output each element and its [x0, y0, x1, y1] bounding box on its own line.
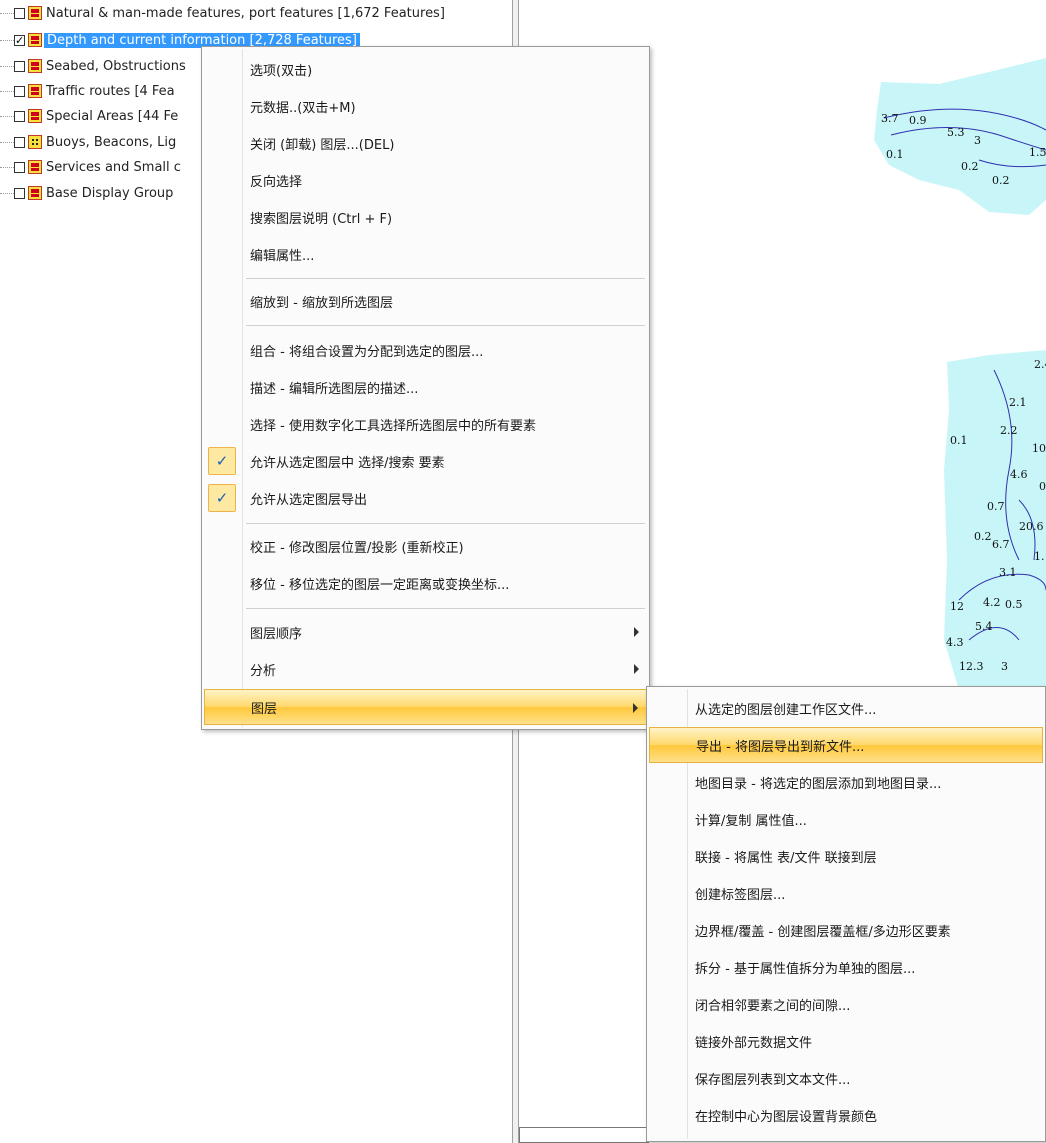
- submenu-item-calc-attributes[interactable]: 计算/复制 属性值...: [649, 801, 1043, 837]
- sounding: 10: [1032, 442, 1046, 455]
- sounding: 3.7: [881, 112, 899, 125]
- tree-item-base-display[interactable]: Base Display Group: [0, 182, 173, 204]
- sounding: 12: [950, 600, 964, 613]
- sounding: 0.9: [909, 114, 927, 127]
- tree-item-label: Special Areas [44 Fe: [46, 108, 179, 124]
- tree-item-buoys[interactable]: Buoys, Beacons, Lig: [0, 131, 176, 153]
- menu-item-allow-export[interactable]: ✓ 允许从选定图层导出: [204, 480, 647, 516]
- sounding: 12.3: [959, 660, 984, 673]
- area-layer-icon: [28, 6, 42, 20]
- menu-item-group[interactable]: 组合 - 将组合设置为分配到选定的图层...: [204, 332, 647, 368]
- layer-submenu: 从选定的图层创建工作区文件... 导出 - 将图层导出到新文件... 地图目录 …: [646, 686, 1046, 1142]
- sounding: 0.1: [950, 434, 968, 447]
- point-layer-icon: [28, 135, 42, 149]
- checkbox[interactable]: [14, 161, 25, 173]
- checkbox[interactable]: [14, 136, 25, 148]
- sounding: 0.5: [1005, 598, 1023, 611]
- menu-item-options[interactable]: 选项(双击): [204, 51, 647, 87]
- submenu-item-bounding-box[interactable]: 边界框/覆盖 - 创建图层覆盖框/多边形区要素: [649, 912, 1043, 948]
- menu-item-allow-select[interactable]: ✓ 允许从选定图层中 选择/搜索 要素: [204, 443, 647, 479]
- area-layer-icon: [28, 109, 42, 123]
- menu-item-search-description[interactable]: 搜索图层说明 (Ctrl + F): [204, 199, 647, 235]
- sounding: 5.4: [975, 620, 993, 633]
- submenu-item-create-label-layer[interactable]: 创建标签图层...: [649, 875, 1043, 911]
- menu-item-metadata[interactable]: 元数据..(双击+M): [204, 88, 647, 124]
- sounding: 0.7: [987, 500, 1005, 513]
- sounding: 1.5: [1029, 146, 1046, 159]
- sounding: 0.2: [974, 530, 992, 543]
- checkbox[interactable]: [14, 7, 25, 19]
- submenu-item-link-metadata[interactable]: 链接外部元数据文件: [649, 1023, 1043, 1059]
- checkbox[interactable]: [14, 60, 25, 72]
- menu-separator: [246, 523, 645, 524]
- menu-item-describe[interactable]: 描述 - 编辑所选图层的描述...: [204, 369, 647, 405]
- submenu-item-export[interactable]: 导出 - 将图层导出到新文件...: [649, 727, 1043, 763]
- sounding: 2.2: [1000, 424, 1018, 437]
- tree-item-label: Services and Small c: [46, 159, 181, 175]
- sounding: 2.1: [1009, 396, 1027, 409]
- checkbox[interactable]: [14, 85, 25, 97]
- tree-item-traffic-routes[interactable]: Traffic routes [4 Fea: [0, 80, 175, 102]
- checkbox[interactable]: [14, 110, 25, 122]
- check-icon: ✓: [208, 447, 236, 475]
- area-layer-icon: [28, 59, 42, 73]
- tree-item-services[interactable]: Services and Small c: [0, 156, 181, 178]
- tree-item-label: Traffic routes [4 Fea: [46, 83, 175, 99]
- sounding: 3.1: [999, 566, 1017, 579]
- menu-item-invert-selection[interactable]: 反向选择: [204, 162, 647, 198]
- sounding: 0: [1039, 480, 1046, 493]
- sounding: 1.: [1034, 550, 1045, 563]
- sounding: 3: [1001, 660, 1008, 673]
- status-box: [519, 1127, 649, 1143]
- menu-item-analysis[interactable]: 分析: [204, 651, 647, 687]
- menu-item-layer-order[interactable]: 图层顺序: [204, 614, 647, 650]
- tree-item-label: Buoys, Beacons, Lig: [46, 134, 177, 150]
- sounding: 5.3: [947, 126, 965, 139]
- menu-item-zoom-to[interactable]: 缩放到 - 缩放到所选图层: [204, 283, 647, 319]
- menu-separator: [246, 278, 645, 279]
- chevron-right-icon: [634, 664, 639, 674]
- menu-item-layer[interactable]: 图层: [204, 689, 647, 725]
- menu-item-edit-properties[interactable]: 编辑属性...: [204, 236, 647, 272]
- submenu-item-save-layer-list[interactable]: 保存图层列表到文本文件...: [649, 1060, 1043, 1096]
- menu-item-rectify[interactable]: 校正 - 修改图层位置/投影 (重新校正): [204, 528, 647, 564]
- menu-item-shift[interactable]: 移位 - 移位选定的图层一定距离或变换坐标...: [204, 565, 647, 601]
- area-layer-icon: [28, 160, 42, 174]
- area-layer-icon: [28, 84, 42, 98]
- submenu-item-close-gaps[interactable]: 闭合相邻要素之间的间隙...: [649, 986, 1043, 1022]
- sounding: 4.6: [1010, 468, 1028, 481]
- area-layer-icon: [28, 33, 42, 47]
- menu-separator: [246, 608, 645, 609]
- sounding: 6.7: [992, 538, 1010, 551]
- checkbox-checked[interactable]: ✓: [14, 34, 25, 46]
- chevron-right-icon: [633, 703, 638, 713]
- submenu-item-set-background[interactable]: 在控制中心为图层设置背景颜色: [649, 1097, 1043, 1133]
- tree-item-natural-features[interactable]: Natural & man-made features, port featur…: [0, 2, 445, 24]
- submenu-item-split[interactable]: 拆分 - 基于属性值拆分为单独的图层...: [649, 949, 1043, 985]
- sounding: 0.1: [886, 148, 904, 161]
- submenu-item-create-workspace[interactable]: 从选定的图层创建工作区文件...: [649, 690, 1043, 726]
- menu-item-select-all[interactable]: 选择 - 使用数字化工具选择所选图层中的所有要素: [204, 406, 647, 442]
- sounding: 3: [974, 134, 981, 147]
- menu-separator: [246, 325, 645, 326]
- tree-item-label: Base Display Group: [46, 185, 174, 201]
- area-layer-icon: [28, 186, 42, 200]
- tree-item-special-areas[interactable]: Special Areas [44 Fe: [0, 105, 178, 127]
- sounding: 0.2: [961, 160, 979, 173]
- submenu-item-join[interactable]: 联接 - 将属性 表/文件 联接到层: [649, 838, 1043, 874]
- sounding: 20.6: [1019, 520, 1044, 533]
- context-menu: 选项(双击) 元数据..(双击+M) 关闭 (卸载) 图层...(DEL) 反向…: [201, 46, 650, 730]
- chevron-right-icon: [634, 627, 639, 637]
- tree-item-seabed[interactable]: Seabed, Obstructions: [0, 55, 186, 77]
- tree-item-label: Seabed, Obstructions: [46, 58, 186, 74]
- sounding: 4.3: [946, 636, 964, 649]
- menu-item-close-layer[interactable]: 关闭 (卸载) 图层...(DEL): [204, 125, 647, 161]
- sounding: 2.4: [1034, 358, 1046, 371]
- check-icon: ✓: [208, 484, 236, 512]
- submenu-item-map-catalog[interactable]: 地图目录 - 将选定的图层添加到地图目录...: [649, 764, 1043, 800]
- checkbox[interactable]: [14, 187, 25, 199]
- tree-item-label: Natural & man-made features, port featur…: [46, 5, 445, 21]
- sounding: 4.2: [983, 596, 1001, 609]
- sounding: 0.2: [992, 174, 1010, 187]
